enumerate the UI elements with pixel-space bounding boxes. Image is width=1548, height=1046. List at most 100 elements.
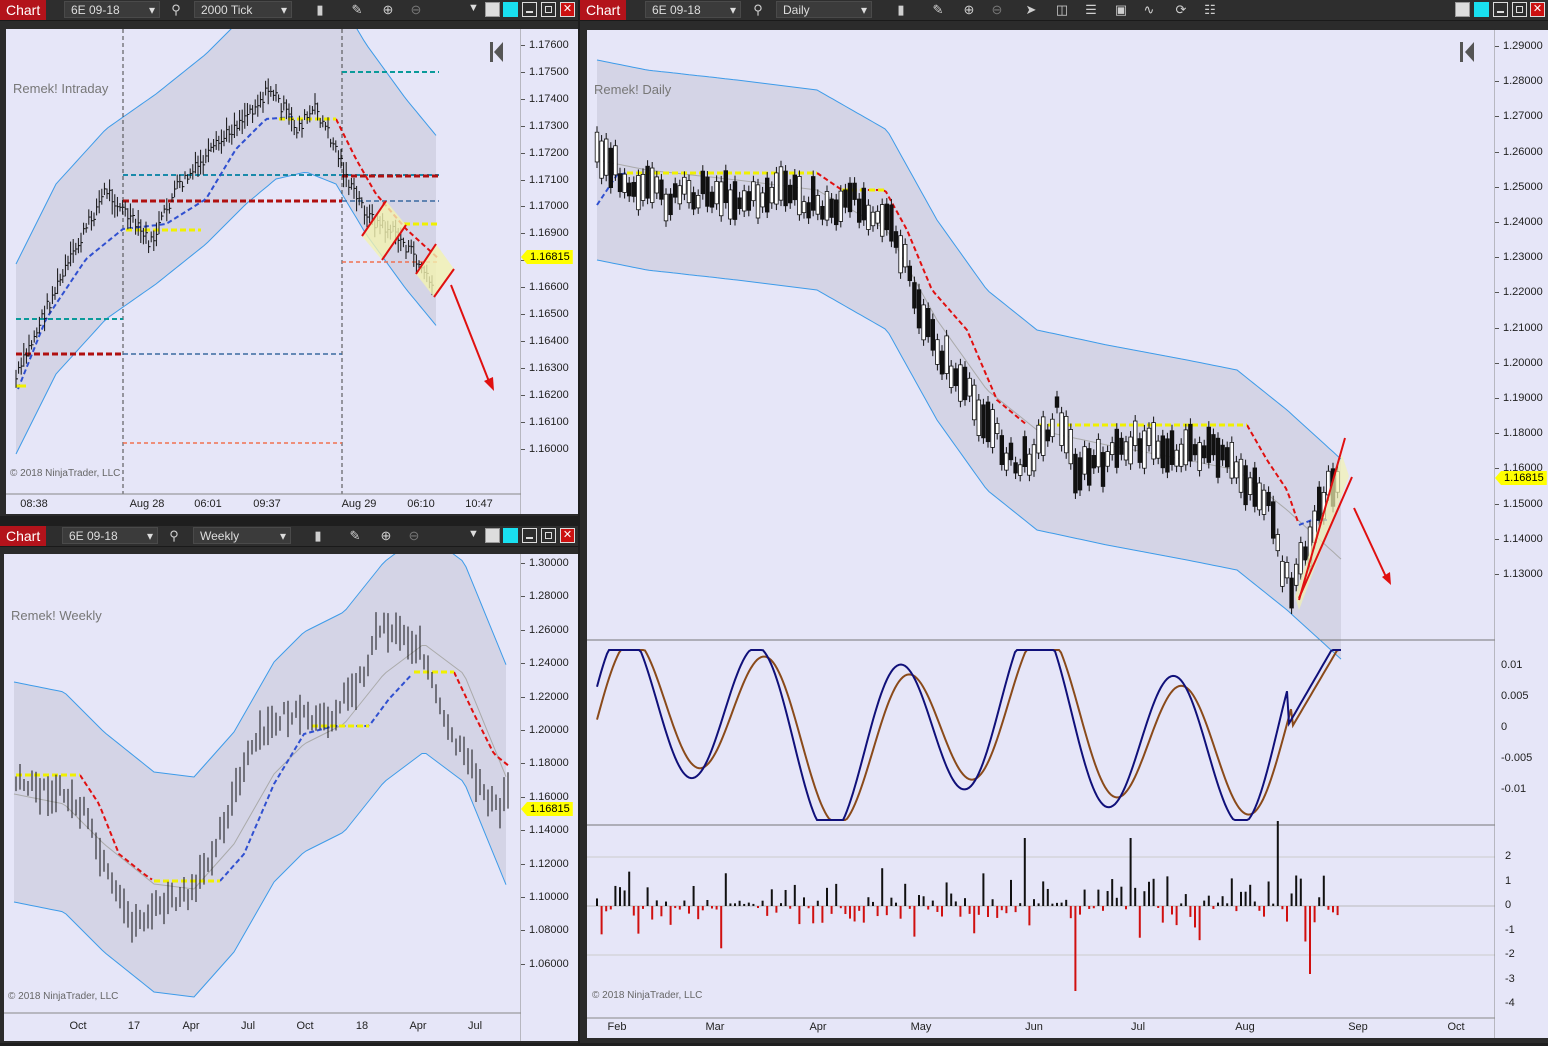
intraday-price-chart[interactable] [6,0,522,514]
strategies-icon[interactable]: ▣ [1113,2,1129,18]
close-button[interactable]: ✕ [560,2,575,17]
go-to-end-icon[interactable] [490,42,503,62]
price-axis[interactable]: 1.30000 1.28000 1.26000 1.24000 1.22000 1.200… [521,554,578,1041]
histogram-bar [1175,906,1178,926]
minimize-button[interactable] [1493,2,1508,17]
histogram-bar [1276,821,1279,906]
pencil-icon[interactable]: ✎ [347,528,363,544]
instrument-selector[interactable]: 6E 09-18 [62,527,158,545]
zoom-out-icon[interactable]: ⊖ [406,528,422,544]
candle-body [778,166,784,201]
oscillator-tick-label: 0.005 [1501,690,1529,702]
period-selector[interactable]: 2000 Tick [194,1,292,19]
bar-style-icon[interactable]: ▮ [893,2,909,18]
price-tick-label: 1.16600 [529,281,569,294]
go-to-end-icon[interactable] [1460,42,1474,62]
chart-label: Remek! Daily [594,82,672,97]
minimize-button[interactable] [522,2,537,17]
zoom-out-icon[interactable]: ⊖ [989,2,1005,18]
time-tick-label: 10:47 [465,498,493,510]
search-icon[interactable]: ⚲ [168,2,184,18]
reload-icon[interactable]: ⟳ [1173,2,1189,18]
price-tick-label: 1.16300 [529,361,569,374]
time-tick-label: 18 [355,1020,369,1032]
chart-tab[interactable]: Chart [580,0,627,20]
histogram-bar [789,906,792,909]
weekly-plot[interactable]: Remek! Weekly © 2018 NinjaTrader, LLC Oc… [4,533,522,1041]
close-button[interactable]: ✕ [1530,2,1545,17]
chevron-down-icon[interactable]: ▼ [468,2,479,14]
window-color-button[interactable] [485,2,500,17]
time-tick-label: Apr [182,1020,200,1032]
histogram-bar [688,906,690,914]
instrument-selector[interactable]: 6E 09-18 [645,1,741,19]
zoom-in-icon[interactable]: ⊕ [380,2,396,18]
candle-body [852,182,857,200]
maximize-button[interactable] [541,528,556,543]
pointer-icon[interactable]: ➤ [1023,2,1039,18]
zoom-in-icon[interactable]: ⊕ [378,528,394,544]
intraday-plot[interactable]: Remek! Intraday © 2018 NinjaTrader, LLC … [6,0,522,514]
data-box-icon[interactable]: ◫ [1054,2,1070,18]
pencil-icon[interactable]: ✎ [349,2,365,18]
time-axis: 08:38 Aug 28 06:01 09:37 Aug 29 06:10 10:47 [6,498,521,512]
histogram-bar [1313,906,1316,923]
histogram-bar [977,906,980,915]
search-icon[interactable]: ⚲ [166,528,182,544]
zoom-in-icon[interactable]: ⊕ [961,2,977,18]
candle-body [1096,438,1101,468]
price-tick-mark [521,394,525,396]
window-color-button[interactable] [485,528,500,543]
candle-body [1179,443,1184,467]
histogram-bar [1157,906,1160,909]
weekly-price-chart[interactable] [4,533,522,1041]
zoom-out-icon[interactable]: ⊖ [408,2,424,18]
instrument-selector[interactable]: 6E 09-18 [64,1,160,19]
time-tick-label: 08:38 [20,498,48,510]
chart-tab[interactable]: Chart [0,526,47,546]
bar-style-icon[interactable]: ▮ [312,2,328,18]
period-selector[interactable]: Weekly [193,527,291,545]
bar-style-icon[interactable]: ▮ [310,528,326,544]
indicators-icon[interactable]: ☰ [1083,2,1099,18]
maximize-button[interactable] [541,2,556,17]
histogram-bar [775,906,778,913]
pencil-icon[interactable]: ✎ [930,2,946,18]
candle-body [640,173,646,201]
histogram-bar [876,906,879,917]
histogram-bar [1332,906,1334,913]
minimize-button[interactable] [522,528,537,543]
histogram-bar [646,887,649,906]
histogram-bar [849,906,851,919]
period-selector[interactable]: Daily [776,1,872,19]
window-color-button[interactable] [1455,2,1470,17]
chart-tab[interactable]: Chart [0,0,47,20]
histogram-bar [1134,887,1137,906]
candle-body [1156,440,1161,459]
drawing-tools-icon[interactable]: ∿ [1141,2,1157,18]
link-color-button[interactable] [1474,2,1489,17]
daily-chart-window: Chart 6E 09-18 ⚲ Daily ▮ ✎ ⊕ ⊖ ➤ ◫ ☰ ▣ ∿… [580,0,1548,1043]
price-tick-label: 1.16900 [529,227,569,240]
link-color-button[interactable] [503,528,518,543]
daily-price-chart[interactable] [587,30,1496,1038]
link-color-button[interactable] [503,2,518,17]
candle-body [1031,444,1037,472]
chevron-down-icon[interactable]: ▼ [468,528,479,540]
maximize-button[interactable] [1512,2,1527,17]
histogram-bar [720,906,723,949]
candle-body [1211,434,1216,456]
close-button[interactable]: ✕ [560,528,575,543]
candle-body [636,175,641,211]
histogram-bar [1014,906,1017,913]
search-icon[interactable]: ⚲ [750,2,766,18]
price-tick-label: 1.16000 [529,442,569,455]
histogram-bar [1102,906,1104,911]
price-tick-label: 1.17600 [529,39,569,51]
price-axis[interactable]: 1.29000 1.28000 1.27000 1.26000 1.25000 1.240… [1495,30,1548,1038]
properties-icon[interactable]: ☷ [1202,2,1218,18]
price-tick-mark [521,152,525,154]
histogram-bar [858,906,861,911]
daily-plot[interactable]: Remek! Daily © 2018 NinjaTrader, LLC Feb… [587,30,1496,1038]
price-axis[interactable]: 1.17600 1.17500 1.17400 1.17300 1.17200 1.171… [521,29,578,514]
